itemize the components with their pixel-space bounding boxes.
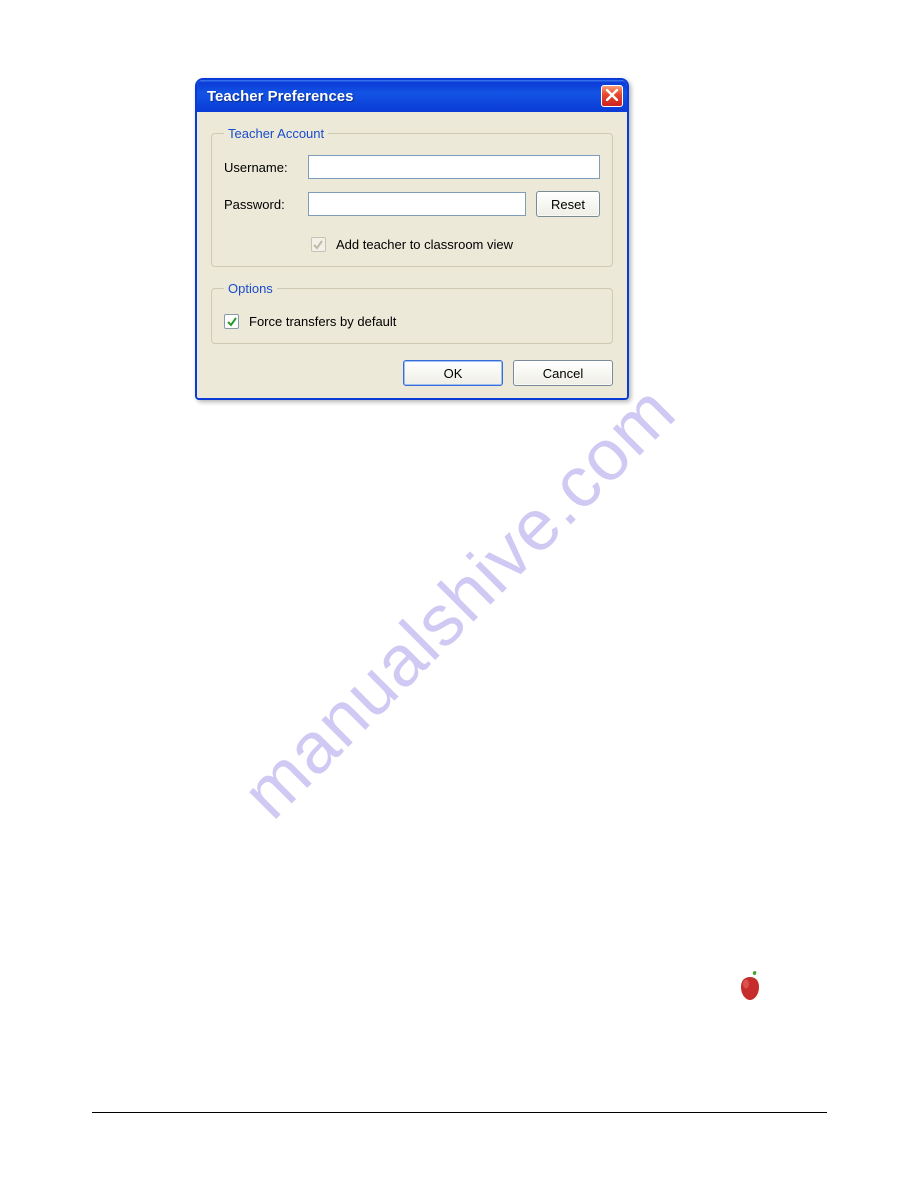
add-teacher-label: Add teacher to classroom view — [336, 237, 513, 252]
force-transfers-checkbox[interactable] — [224, 314, 239, 329]
username-label: Username: — [224, 160, 308, 175]
password-input[interactable] — [308, 192, 526, 216]
teacher-account-legend: Teacher Account — [224, 126, 328, 141]
teacher-account-group: Teacher Account Username: Password: Rese… — [211, 126, 613, 267]
watermark-text: manualshive.com — [227, 370, 692, 835]
teacher-preferences-dialog: Teacher Preferences Teacher Account User… — [195, 78, 629, 400]
titlebar[interactable]: Teacher Preferences — [197, 80, 627, 112]
force-transfers-label: Force transfers by default — [249, 314, 396, 329]
options-legend: Options — [224, 281, 277, 296]
add-teacher-checkbox[interactable] — [311, 237, 326, 252]
close-icon — [606, 89, 618, 104]
ok-button[interactable]: OK — [403, 360, 503, 386]
cancel-button[interactable]: Cancel — [513, 360, 613, 386]
password-label: Password: — [224, 197, 308, 212]
close-button[interactable] — [601, 85, 623, 107]
dialog-title: Teacher Preferences — [207, 88, 353, 105]
username-input[interactable] — [308, 155, 600, 179]
footer-divider — [92, 1112, 827, 1113]
apple-icon — [735, 968, 765, 1002]
reset-button[interactable]: Reset — [536, 191, 600, 217]
options-group: Options Force transfers by default — [211, 281, 613, 344]
